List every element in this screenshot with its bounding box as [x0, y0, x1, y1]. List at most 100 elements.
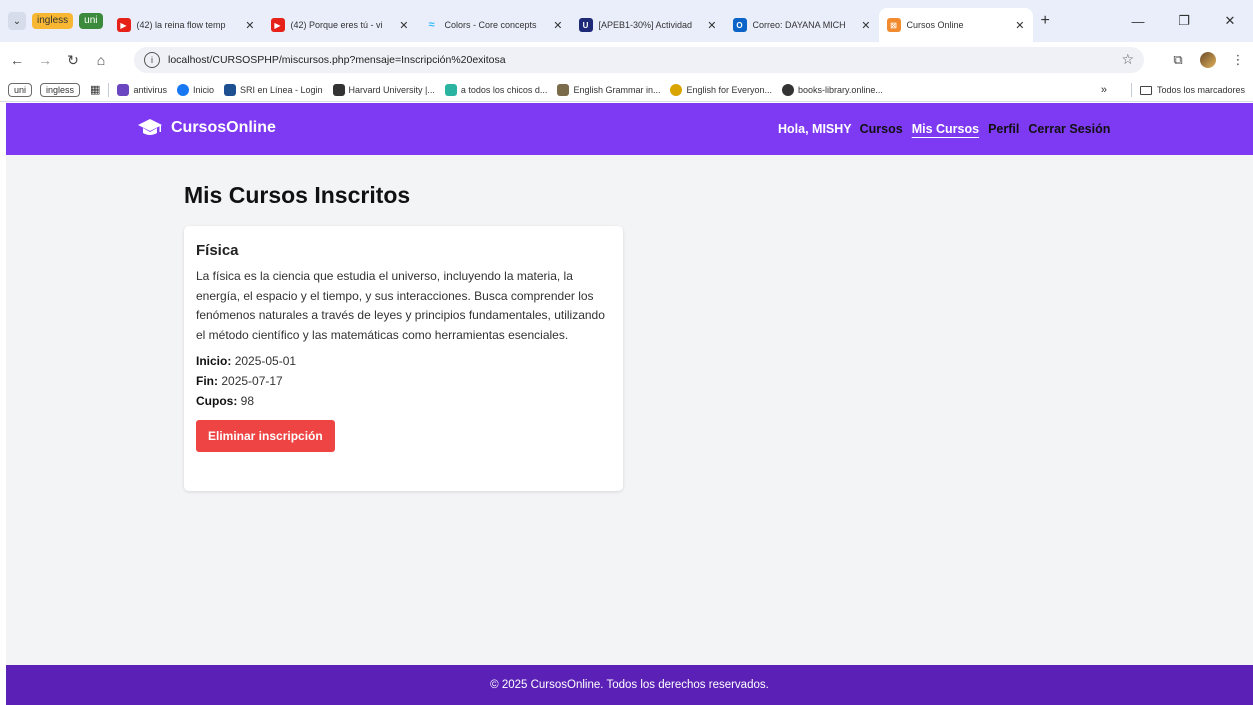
end-date: 2025-07-17	[221, 374, 283, 388]
url-text[interactable]: localhost/CURSOSPHP/miscursos.php?mensaj…	[168, 54, 506, 66]
bookmark-label: antivirus	[133, 84, 167, 95]
tab-title: Cursos Online	[906, 20, 964, 30]
xampp-icon: ⊠	[886, 18, 901, 32]
course-start: Inicio: 2025-05-01	[196, 351, 611, 371]
bookmark-item[interactable]: English for Everyon...	[670, 83, 773, 96]
bookmark-label: Inicio	[192, 84, 214, 95]
youtube-icon: ▶	[116, 18, 131, 32]
tab-group-ingless[interactable]: ingless	[32, 13, 74, 29]
all-bookmarks-link[interactable]: Todos los marcadores	[1157, 85, 1245, 95]
extensions-icon[interactable]: ⧉	[1163, 52, 1193, 68]
close-icon[interactable]: ✕	[399, 19, 408, 32]
course-seats: Cupos: 98	[196, 391, 611, 411]
profile-avatar[interactable]	[1200, 52, 1216, 68]
toolbar-actions: ⧉ ⋮	[1163, 42, 1253, 78]
address-bar[interactable]: i localhost/CURSOSPHP/miscursos.php?mens…	[134, 47, 1144, 73]
bookmark-folder-ingless[interactable]: ingless	[40, 82, 81, 97]
footer-copyright: © 2025 CursosOnline. Todos los derechos …	[490, 679, 769, 691]
browser-tab[interactable]: ▶ (42) la reina flow temp ✕	[109, 8, 263, 42]
seats-count: 98	[240, 394, 255, 408]
forward-icon[interactable]: →	[34, 52, 56, 68]
nav-link-cursos[interactable]: Cursos	[860, 122, 903, 136]
bookmark-item[interactable]: Inicio	[176, 83, 214, 96]
bookmark-label: English Grammar in...	[573, 84, 661, 95]
bookmark-item[interactable]: SRI en Línea - Login	[223, 83, 323, 96]
grammar-icon	[557, 83, 570, 96]
home-icon[interactable]: ⌂	[90, 52, 112, 68]
bookmark-star-icon[interactable]: ☆	[1121, 51, 1134, 68]
new-tab-icon[interactable]: +	[1041, 12, 1050, 30]
bookmark-label: English for Everyon...	[686, 84, 773, 95]
close-icon[interactable]: ✕	[1015, 19, 1024, 32]
brand-name: CursosOnline	[171, 119, 276, 136]
more-bookmarks-icon[interactable]: »	[1101, 84, 1107, 96]
bookmark-item[interactable]: English Grammar in...	[557, 83, 661, 96]
browser-tab[interactable]: O Correo: DAYANA MICH ✕	[725, 8, 879, 42]
tab-list: ▶ (42) la reina flow temp ✕ ▶ (42) Porqu…	[109, 0, 1033, 42]
bookmark-label: SRI en Línea - Login	[239, 84, 323, 95]
seats-label: Cupos:	[196, 394, 238, 408]
tailwind-icon: ≈	[428, 19, 435, 31]
bookmark-folder-uni[interactable]: uni	[8, 82, 33, 97]
outlook-icon: O	[732, 18, 747, 32]
course-end: Fin: 2025-07-17	[196, 371, 611, 391]
bookmark-item[interactable]: books-library.online...	[782, 83, 883, 96]
apps-grid-icon[interactable]: ▦	[90, 83, 100, 96]
page-title: Mis Cursos Inscritos	[184, 182, 411, 208]
bookmark-item[interactable]: antivirus	[117, 83, 167, 96]
back-icon[interactable]: ←	[6, 52, 28, 68]
start-date: 2025-05-01	[234, 354, 297, 368]
close-icon[interactable]: ✕	[707, 19, 716, 32]
tab-group-uni[interactable]: uni	[79, 13, 103, 29]
bookmark-item[interactable]: a todos los chicos d...	[444, 83, 548, 96]
course-card: Física La física es la ciencia que estud…	[184, 226, 623, 491]
close-window-icon[interactable]: ✕	[1207, 13, 1253, 29]
graduation-cap-icon	[138, 119, 162, 135]
english-icon	[670, 83, 683, 96]
tab-title: (42) la reina flow temp	[136, 20, 226, 30]
reload-icon[interactable]: ↻	[62, 52, 84, 69]
tab-search-button[interactable]: ⌄	[8, 12, 26, 30]
browser-tab[interactable]: ≈ Colors - Core concepts ✕	[417, 8, 571, 42]
browser-tab[interactable]: ▶ (42) Porque eres tú - vi ✕	[263, 8, 417, 42]
close-icon[interactable]: ✕	[861, 19, 870, 32]
user-greeting: Hola, MISHY	[778, 122, 852, 136]
tab-title: (42) Porque eres tú - vi	[290, 20, 383, 30]
tab-title: [APEB1-30%] Actividad	[598, 20, 693, 30]
close-icon[interactable]: ✕	[553, 19, 562, 32]
course-title: Física	[196, 242, 239, 259]
tab-title: Colors - Core concepts	[444, 20, 537, 30]
browser-tab-active[interactable]: ⊠ Cursos Online ✕	[878, 8, 1033, 42]
browser-tab-strip: ⌄ ingless uni ▶ (42) la reina flow temp …	[0, 0, 1253, 42]
maximize-icon[interactable]: ❐	[1161, 13, 1207, 29]
bookmark-label: books-library.online...	[798, 84, 883, 95]
remove-enrollment-button[interactable]: Eliminar inscripción	[196, 420, 335, 452]
nav-link-perfil[interactable]: Perfil	[988, 122, 1019, 136]
globe-icon	[782, 83, 795, 96]
window-controls: — ❐ ✕	[1115, 0, 1253, 42]
minimize-icon[interactable]: —	[1115, 14, 1161, 29]
bookmarks-bar: uni ingless ▦ antivirus Inicio SRI en Lí…	[0, 78, 1253, 102]
page-viewport: CursosOnline Hola, MISHY Cursos Mis Curs…	[6, 103, 1253, 705]
nav-link-logout[interactable]: Cerrar Sesión	[1028, 122, 1110, 136]
bookmark-label: Harvard University |...	[348, 84, 435, 95]
sri-icon	[223, 83, 236, 96]
site-info-icon[interactable]: i	[144, 52, 160, 68]
menu-dots-icon[interactable]: ⋮	[1223, 52, 1253, 68]
browser-toolbar: ← → ↻ ⌂ i localhost/CURSOSPHP/miscursos.…	[0, 42, 1253, 78]
brand-logo[interactable]: CursosOnline	[137, 118, 276, 138]
site-header: CursosOnline Hola, MISHY Cursos Mis Curs…	[6, 103, 1253, 155]
u-icon: U	[578, 18, 593, 32]
tab-title: Correo: DAYANA MICH	[752, 20, 846, 30]
facebook-icon	[176, 83, 189, 96]
nav-link-mis-cursos[interactable]: Mis Cursos	[912, 122, 979, 136]
main-nav: Hola, MISHY Cursos Mis Cursos Perfil Cer…	[778, 103, 1119, 155]
bookmark-item[interactable]: Harvard University |...	[332, 83, 435, 96]
close-icon[interactable]: ✕	[245, 19, 254, 32]
browser-tab[interactable]: U [APEB1-30%] Actividad ✕	[571, 8, 725, 42]
stack-icon	[444, 83, 457, 96]
bookmark-label: a todos los chicos d...	[460, 84, 548, 95]
site-footer: © 2025 CursosOnline. Todos los derechos …	[6, 665, 1253, 705]
bookmarks-divider	[108, 82, 110, 97]
antivirus-icon	[117, 83, 130, 96]
